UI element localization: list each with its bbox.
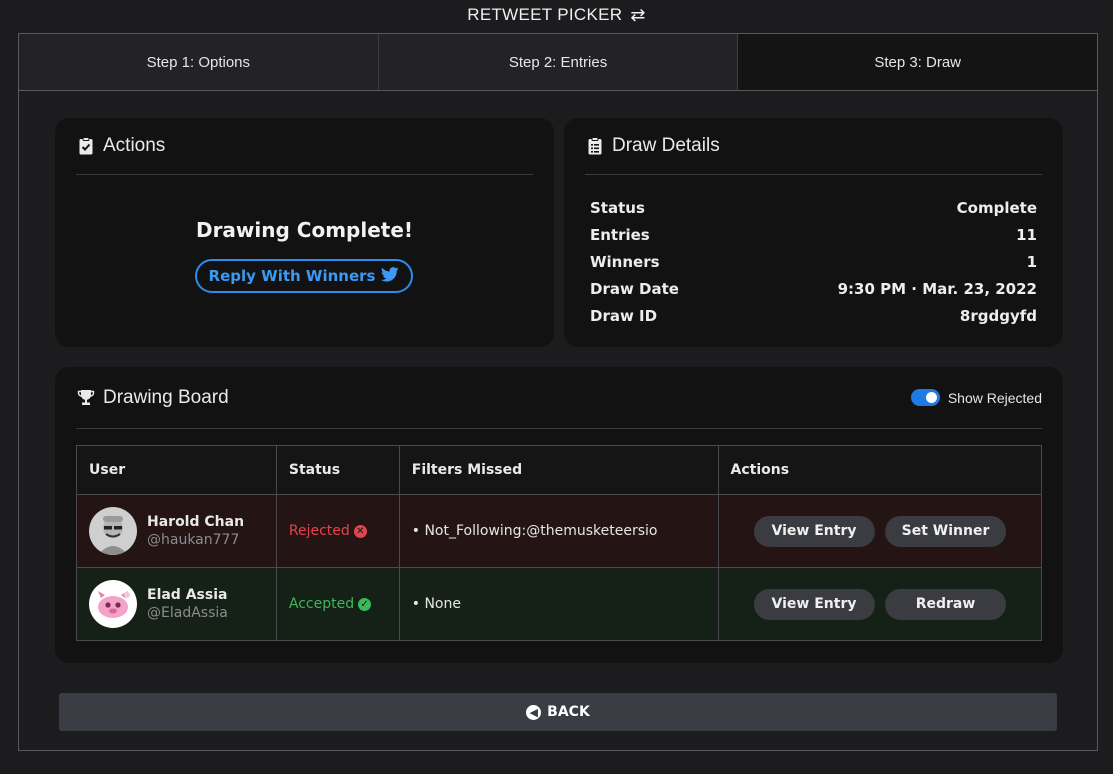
detail-label: Winners xyxy=(590,252,660,271)
detail-row-entries: Entries 11 xyxy=(590,221,1037,248)
draw-details-list: Status Complete Entries 11 Winners 1 Dra… xyxy=(590,194,1037,329)
twitter-bird-icon xyxy=(381,266,400,286)
table-row: Harold Chan @haukan777 Rejected ✕ • Not_F… xyxy=(76,494,1043,568)
actions-card-header: Actions xyxy=(76,118,533,175)
draw-details-title: Draw Details xyxy=(612,135,720,156)
draw-details-header: Draw Details xyxy=(585,118,1042,175)
detail-row-draw-date: Draw Date 9:30 PM · Mar. 23, 2022 xyxy=(590,275,1037,302)
table-header-row: User Status Filters Missed Actions xyxy=(76,445,1043,495)
user-name: Harold Chan xyxy=(147,514,245,530)
drawing-board-title-wrap: Drawing Board xyxy=(76,387,229,409)
x-circle-icon: ✕ xyxy=(353,525,367,538)
status-badge: Rejected ✕ xyxy=(289,523,367,539)
view-entry-button[interactable]: View Entry xyxy=(753,588,875,620)
actions-card-title: Actions xyxy=(103,135,166,156)
retweet-icon: ⇄ xyxy=(630,5,646,25)
filters-missed-cell: • None xyxy=(398,567,719,641)
tab-step-1-options[interactable]: Step 1: Options xyxy=(19,34,379,90)
column-header-actions: Actions xyxy=(717,445,1043,495)
detail-value: 8rgdgyfd xyxy=(959,306,1037,325)
drawing-complete-message: Drawing Complete! xyxy=(195,218,414,242)
drawing-board-title: Drawing Board xyxy=(103,386,229,408)
drawing-board-table: User Status Filters Missed Actions Harol… xyxy=(76,445,1043,641)
column-header-user: User xyxy=(76,445,277,495)
table-row: Elad Assia @EladAssia Accepted ✓ • None V… xyxy=(76,567,1043,641)
status-badge: Accepted ✓ xyxy=(288,596,372,612)
status-text: Accepted xyxy=(288,596,355,612)
column-header-filters-missed: Filters Missed xyxy=(398,445,719,495)
show-rejected-label: Show Rejected xyxy=(947,389,1042,406)
detail-value: 11 xyxy=(1016,225,1037,244)
draw-details-card: Draw Details Status Complete Entries 11 … xyxy=(564,118,1063,347)
show-rejected-control: Show Rejected xyxy=(910,389,1042,406)
back-button-label: BACK xyxy=(547,704,590,720)
drawing-board-card: Drawing Board Show Rejected User Status … xyxy=(55,367,1063,663)
check-circle-icon: ✓ xyxy=(358,598,372,611)
filters-missed-cell: • Not_Following:@themusketeersio xyxy=(398,494,719,568)
user-handle: @haukan777 xyxy=(147,532,240,548)
avatar xyxy=(89,580,137,628)
column-header-status: Status xyxy=(275,445,400,495)
set-winner-button[interactable]: Set Winner xyxy=(884,515,1006,547)
actions-cell: View Entry Redraw xyxy=(717,567,1043,641)
detail-label: Draw Date xyxy=(590,279,679,298)
reply-button-label: Reply With Winners xyxy=(208,267,376,285)
user-name: Elad Assia xyxy=(147,587,228,603)
tab-step-2-entries[interactable]: Step 2: Entries xyxy=(378,34,739,90)
view-entry-button[interactable]: View Entry xyxy=(753,515,875,547)
status-text: Rejected xyxy=(288,523,350,539)
user-cell: Harold Chan @haukan777 xyxy=(76,494,277,568)
step-tabs: Step 1: Options Step 2: Entries Step 3: … xyxy=(19,34,1098,91)
detail-value: Complete xyxy=(956,198,1037,217)
detail-row-status: Status Complete xyxy=(590,194,1037,221)
main-frame: Step 1: Options Step 2: Entries Step 3: … xyxy=(18,33,1098,751)
detail-value: 9:30 PM · Mar. 23, 2022 xyxy=(837,279,1037,298)
detail-row-winners: Winners 1 xyxy=(590,248,1037,275)
detail-label: Entries xyxy=(590,225,650,244)
detail-row-draw-id: Draw ID 8rgdgyfd xyxy=(590,302,1037,329)
status-cell: Accepted ✓ xyxy=(275,567,400,641)
user-cell: Elad Assia @EladAssia xyxy=(76,567,277,641)
redraw-button[interactable]: Redraw xyxy=(884,588,1006,620)
detail-label: Draw ID xyxy=(590,306,658,325)
avatar xyxy=(89,507,137,555)
app-title: RETWEET PICKER ⇄ xyxy=(0,0,1113,30)
drawing-board-header: Drawing Board Show Rejected xyxy=(76,367,1042,429)
clipboard-list-icon xyxy=(585,137,605,155)
detail-label: Status xyxy=(590,198,645,217)
detail-value: 1 xyxy=(1026,252,1037,271)
status-cell: Rejected ✕ xyxy=(275,494,400,568)
user-handle: @EladAssia xyxy=(147,605,228,621)
arrow-left-circle-icon: ◀ xyxy=(526,704,542,720)
back-button[interactable]: ◀ BACK xyxy=(59,693,1057,731)
show-rejected-toggle[interactable] xyxy=(910,389,940,406)
app-title-text: RETWEET PICKER xyxy=(467,5,623,24)
tab-step-3-draw[interactable]: Step 3: Draw xyxy=(738,34,1098,90)
actions-cell: View Entry Set Winner xyxy=(717,494,1043,568)
trophy-icon xyxy=(76,389,96,406)
reply-with-winners-button[interactable]: Reply With Winners xyxy=(195,259,413,293)
clipboard-check-icon xyxy=(76,137,96,155)
actions-card: Actions Drawing Complete! Reply With Win… xyxy=(55,118,554,347)
